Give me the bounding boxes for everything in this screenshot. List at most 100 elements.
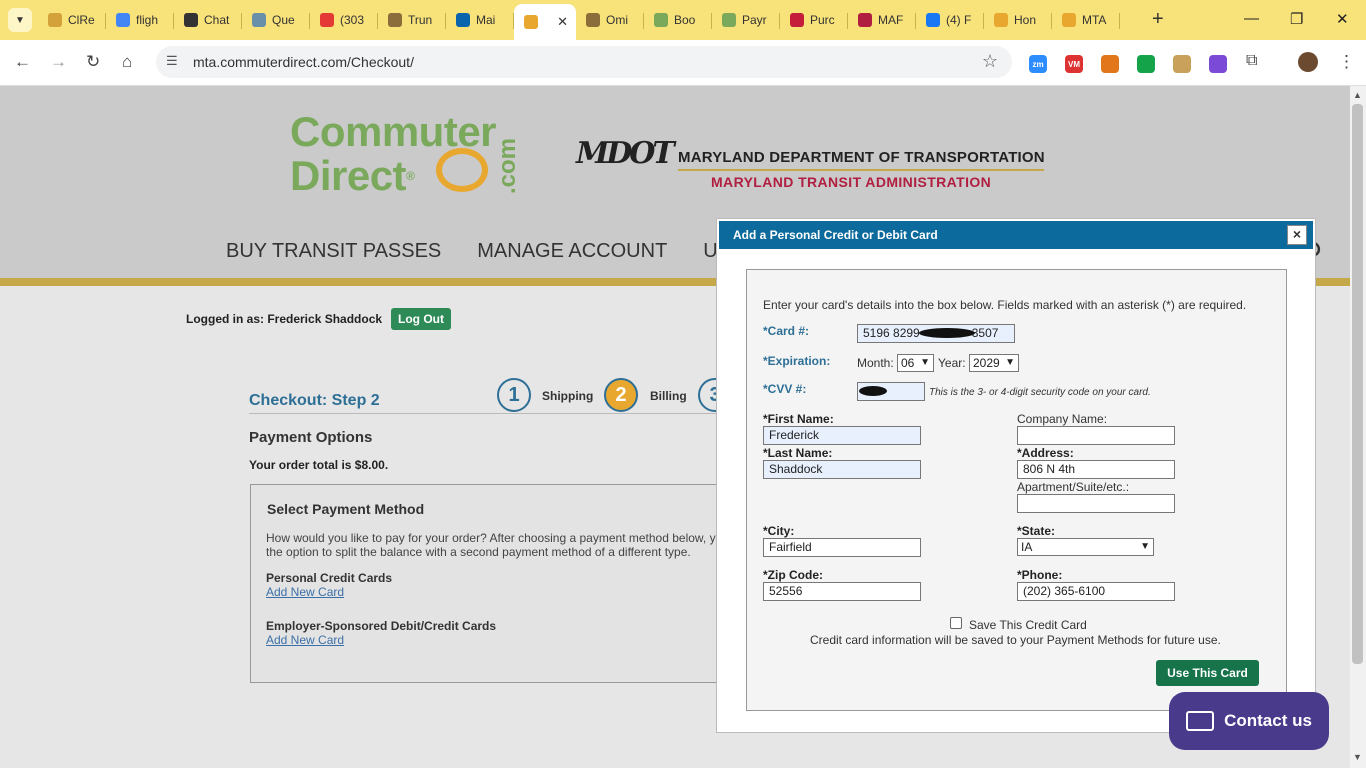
employer-cards-label: Employer-Sponsored Debit/Credit Cards <box>266 619 497 633</box>
back-icon[interactable]: ← <box>14 52 31 72</box>
zip-label: *Zip Code: <box>763 568 823 582</box>
first-name-input[interactable]: Frederick <box>763 426 921 445</box>
city-input[interactable]: Fairfield <box>763 538 921 557</box>
state-value: IA <box>1021 540 1033 554</box>
browser-tab[interactable]: fligh <box>106 4 174 36</box>
browser-tab[interactable]: Payr <box>712 4 780 36</box>
main-nav-item[interactable]: BUY TRANSIT PASSES <box>226 240 441 263</box>
browser-tab[interactable]: Boo <box>644 4 712 36</box>
vm-extension-icon[interactable]: VM <box>1065 55 1083 73</box>
close-window-icon[interactable]: ✕ <box>1336 10 1349 28</box>
year-select[interactable]: 2029 ▼ <box>969 354 1019 372</box>
add-employer-card-link[interactable]: Add New Card <box>266 633 344 647</box>
add-personal-card-link[interactable]: Add New Card <box>266 585 344 599</box>
reload-icon[interactable]: ↻ <box>86 52 100 72</box>
browser-tab[interactable]: ✕ <box>514 4 576 40</box>
browser-tab[interactable]: Purc <box>780 4 848 36</box>
tab-search-button[interactable]: ▼ <box>8 8 32 32</box>
browser-tab[interactable]: (4) F <box>916 4 984 36</box>
browser-tab[interactable]: Trun <box>378 4 446 36</box>
bookmark-star-icon[interactable]: ☆ <box>982 51 998 72</box>
site-info-icon[interactable]: ☰ <box>166 53 178 69</box>
modal-close-button[interactable]: × <box>1287 225 1307 245</box>
year-value: 2029 <box>973 356 1000 370</box>
browser-tab[interactable]: Omi <box>576 4 644 36</box>
browser-tab[interactable]: Mai <box>446 4 514 36</box>
extension-icon[interactable] <box>1173 55 1191 73</box>
twitch-extension-icon[interactable] <box>1209 55 1227 73</box>
url-text[interactable]: mta.commuterdirect.com/Checkout/ <box>193 54 414 70</box>
grammarly-extension-icon[interactable] <box>1137 55 1155 73</box>
mta-name: MARYLAND TRANSIT ADMINISTRATION <box>711 174 992 190</box>
logo-line2: Direct <box>290 152 407 199</box>
modal-header: Add a Personal Credit or Debit Card × <box>719 221 1313 249</box>
tab-close-icon[interactable]: ✕ <box>557 14 568 30</box>
browser-menu-icon[interactable]: ⋮ <box>1338 52 1355 72</box>
browser-tab-bar: ▼ ClRe fligh Chat Que (303 Trun Mai ✕ Omi Boo Payr… <box>0 0 1366 40</box>
city-label: *City: <box>763 524 795 538</box>
browser-tab[interactable]: Que <box>242 4 310 36</box>
forward-icon[interactable]: → <box>50 52 67 72</box>
minimize-icon[interactable]: — <box>1244 10 1259 27</box>
mdot-logo-mark: MDOT <box>576 136 675 171</box>
home-icon[interactable]: ⌂ <box>122 52 132 72</box>
cvv-redaction-mark <box>859 386 887 396</box>
tab-favicon-icon <box>524 15 538 29</box>
restore-icon[interactable]: ❐ <box>1290 10 1303 28</box>
page-scrollbar[interactable]: ▲ ▼ <box>1350 86 1366 768</box>
address-input[interactable]: 806 N 4th <box>1017 460 1175 479</box>
tab-label: ClRe <box>68 13 95 27</box>
scroll-thumb[interactable] <box>1352 104 1363 664</box>
apt-input[interactable] <box>1017 494 1175 513</box>
page-content: Commuter Direct® .com MDOT MARYLAND DEPA… <box>0 86 1350 768</box>
card-number-start: 5196 8299 <box>863 326 920 340</box>
browser-tab[interactable]: MAF <box>848 4 916 36</box>
browser-tab[interactable]: Chat <box>174 4 242 36</box>
expiration-label: *Expiration: <box>763 354 831 368</box>
tab-favicon-icon <box>790 13 804 27</box>
zoom-extension-icon[interactable]: zm <box>1029 55 1047 73</box>
checkout-title: Checkout: Step 2 <box>249 392 380 409</box>
address-bar[interactable]: ☰ mta.commuterdirect.com/Checkout/ ☆ <box>156 46 1012 78</box>
save-card-checkbox[interactable] <box>950 617 962 629</box>
logo-reg: ® <box>406 169 415 183</box>
select-payment-title: Select Payment Method <box>267 501 425 517</box>
phone-label: *Phone: <box>1017 568 1063 582</box>
scroll-up-icon[interactable]: ▲ <box>1353 90 1362 100</box>
month-select[interactable]: 06 ▼ <box>897 354 934 372</box>
card-number-end: 3507 <box>971 326 999 340</box>
logo-ring-icon <box>436 148 488 192</box>
tab-favicon-icon <box>858 13 872 27</box>
browser-tab[interactable]: MTA <box>1052 4 1120 36</box>
browser-tab[interactable]: (303 <box>310 4 378 36</box>
new-tab-button[interactable]: + <box>1152 8 1164 30</box>
tab-label: MTA <box>1082 13 1107 27</box>
select-payment-box: Select Payment Method How would you like… <box>250 484 730 683</box>
main-nav-item[interactable]: MANAGE ACCOUNT <box>477 240 667 263</box>
mdot-name: MARYLAND DEPARTMENT OF TRANSPORTATION <box>678 149 1045 166</box>
use-this-card-button[interactable]: Use This Card <box>1156 660 1259 686</box>
browser-toolbar: ← → ↻ ⌂ ☰ mta.commuterdirect.com/Checkou… <box>0 40 1366 86</box>
scroll-down-icon[interactable]: ▼ <box>1353 752 1362 762</box>
contact-us-button[interactable]: Contact us <box>1169 692 1329 750</box>
personal-cards-label: Personal Credit Cards <box>266 571 393 585</box>
browser-tab[interactable]: ClRe <box>38 4 106 36</box>
modal-title: Add a Personal Credit or Debit Card <box>733 228 938 242</box>
browser-tab[interactable]: Hon <box>984 4 1052 36</box>
zip-input[interactable]: 52556 <box>763 582 921 601</box>
profile-avatar[interactable] <box>1298 52 1318 72</box>
logout-button[interactable]: Log Out <box>391 308 451 330</box>
phone-input[interactable]: (202) 365-6100 <box>1017 582 1175 601</box>
tab-label: (303 <box>340 13 365 27</box>
save-card-label[interactable]: Save This Credit Card <box>969 618 1087 632</box>
step-2-circle: 2 <box>604 378 638 412</box>
extensions-puzzle-icon[interactable]: ⧉ <box>1246 52 1257 70</box>
state-select[interactable]: IA ▼ <box>1017 538 1154 556</box>
address-label: *Address: <box>1017 446 1074 460</box>
company-input[interactable] <box>1017 426 1175 445</box>
last-name-input[interactable]: Shaddock <box>763 460 921 479</box>
logged-in-text: Logged in as: Frederick Shaddock <box>186 312 383 326</box>
tab-label: Boo <box>674 13 696 27</box>
metamask-extension-icon[interactable] <box>1101 55 1119 73</box>
tab-favicon-icon <box>722 13 736 27</box>
